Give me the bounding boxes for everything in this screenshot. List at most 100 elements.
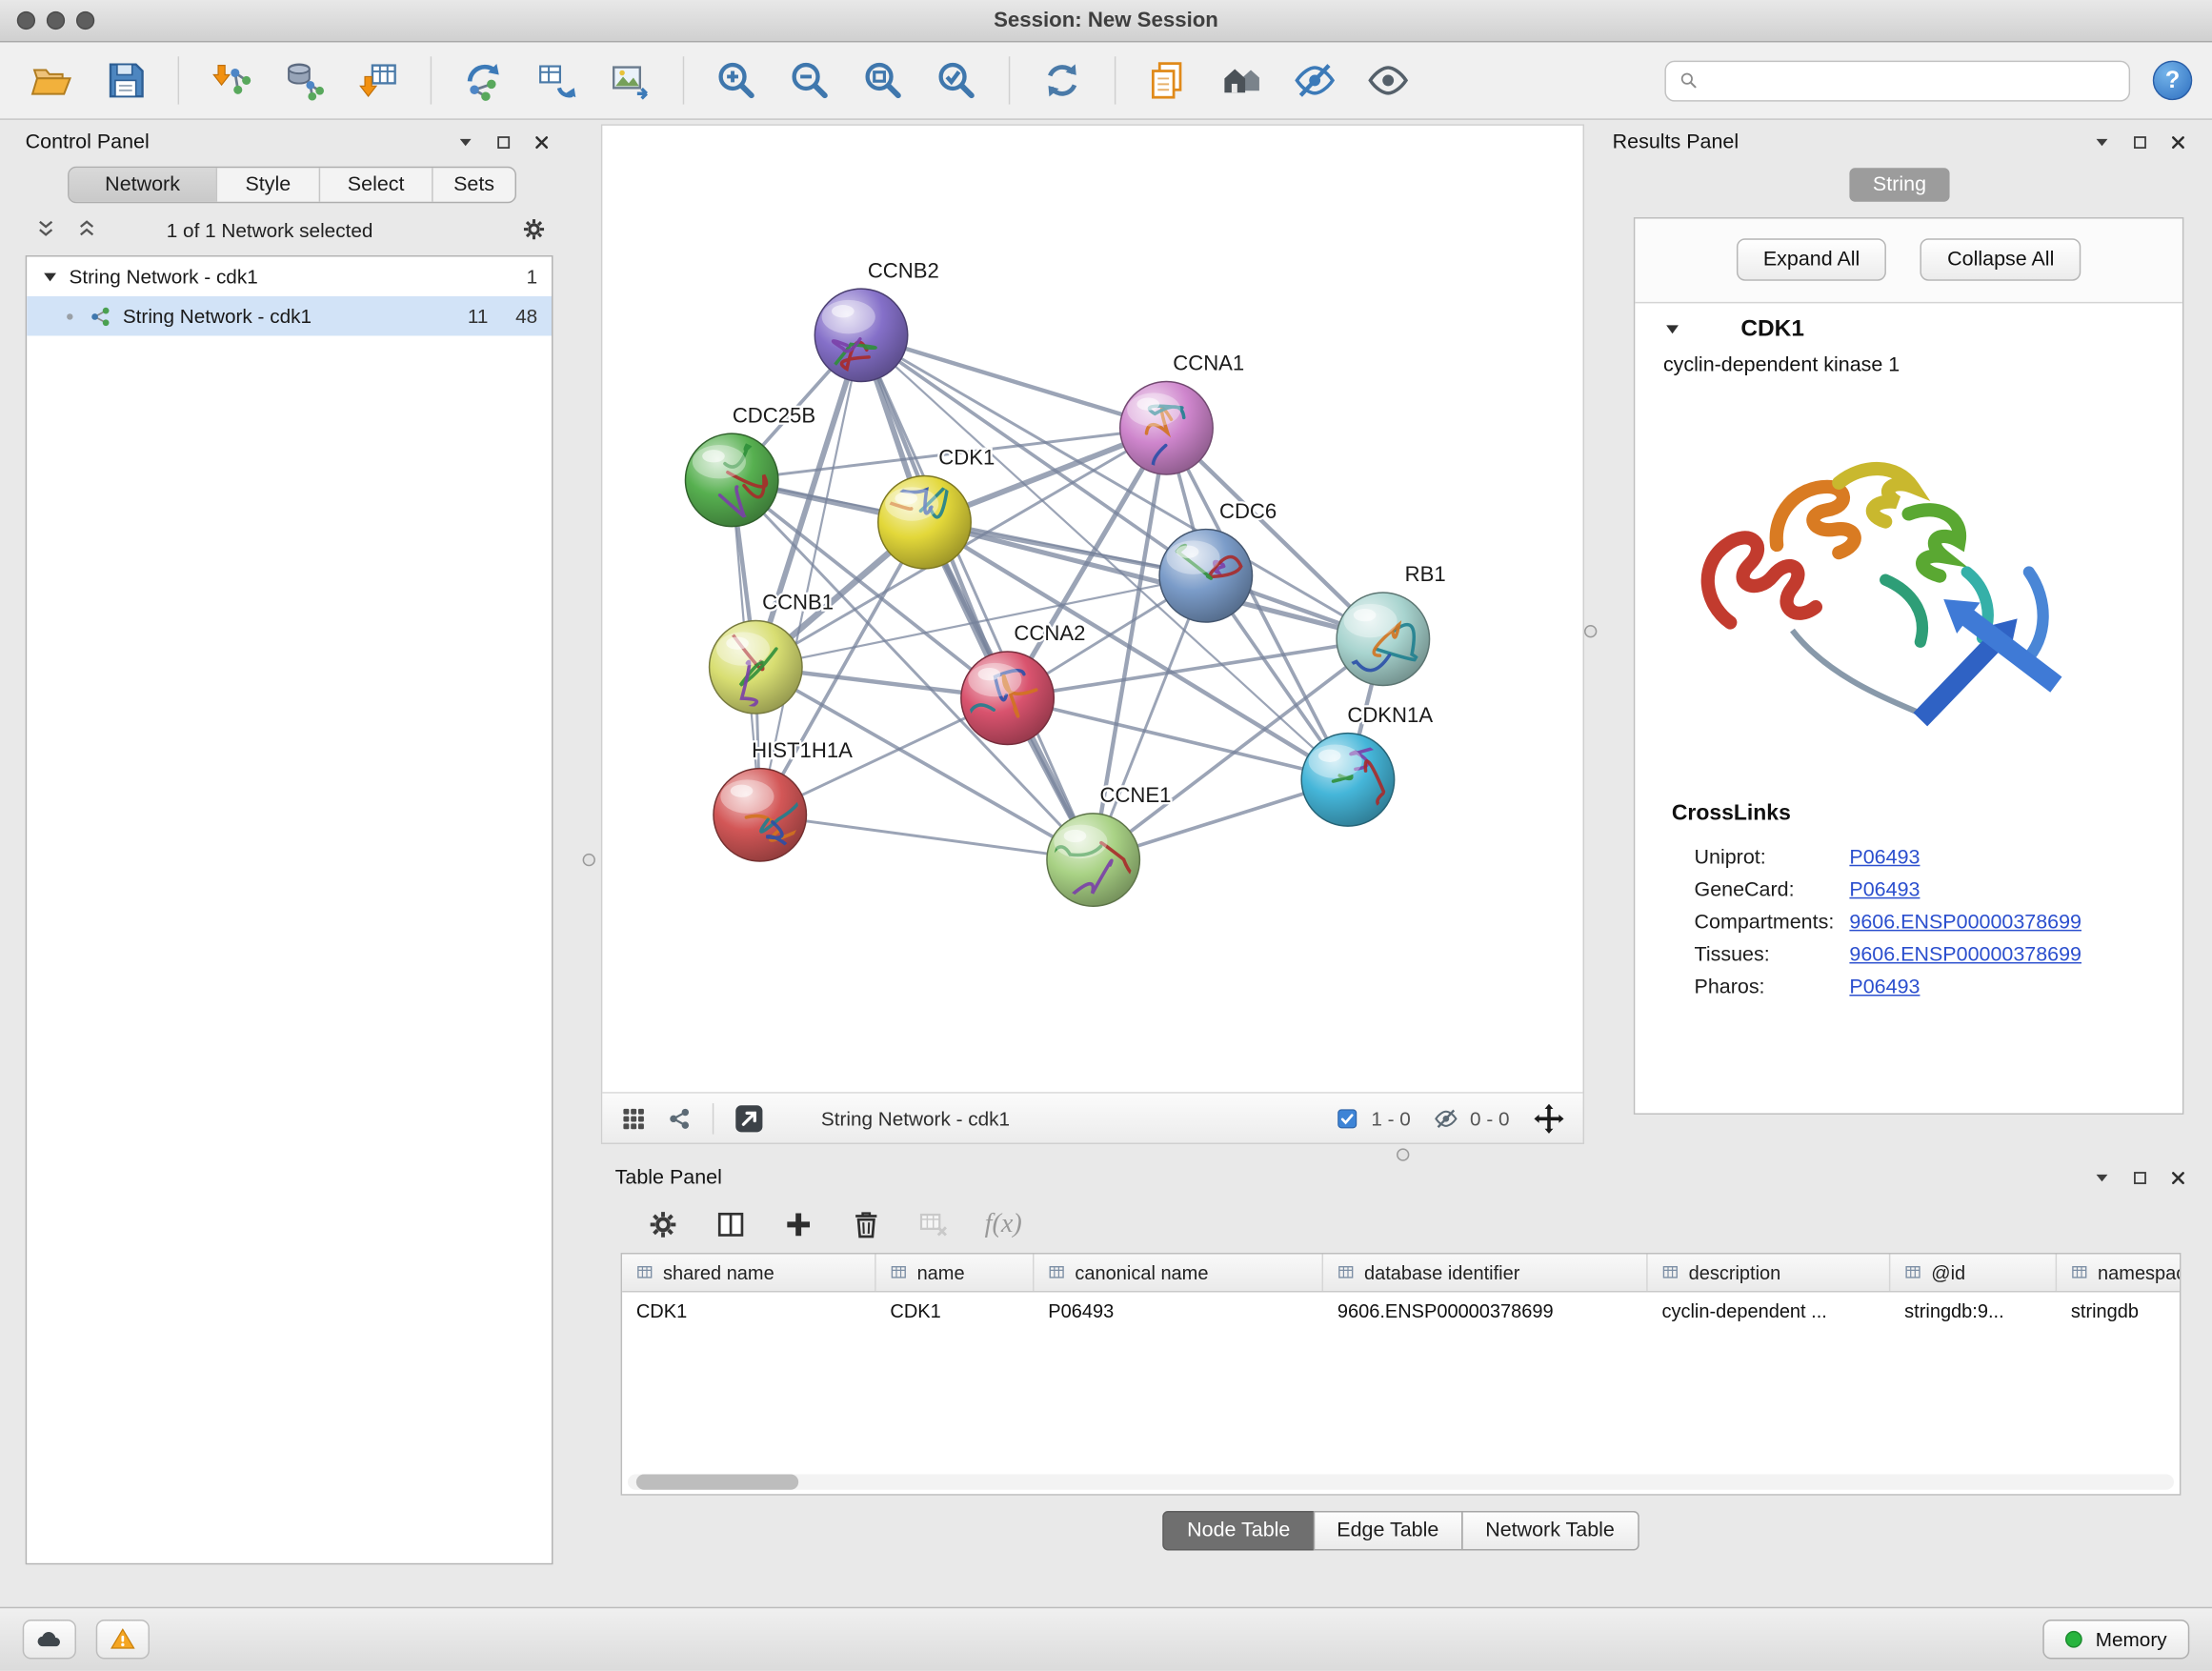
network-node[interactable] <box>857 475 971 568</box>
results-panel-menu-button[interactable] <box>2094 134 2111 151</box>
control-panel-menu-button[interactable] <box>457 134 474 151</box>
search-input[interactable] <box>1707 68 2116 93</box>
table-settings-button[interactable] <box>646 1208 680 1242</box>
expand-all-networks-button[interactable] <box>74 217 98 241</box>
collapse-all-button[interactable]: Collapse All <box>1920 238 2081 280</box>
network-node[interactable] <box>1040 814 1146 906</box>
column-header[interactable]: namespac <box>2057 1254 2181 1291</box>
crosslink-link[interactable]: 9606.ENSP00000378699 <box>1849 943 2081 966</box>
tab-network[interactable]: Network <box>70 168 217 202</box>
network-row[interactable]: String Network - cdk1 11 48 <box>27 296 552 335</box>
column-header[interactable]: database identifier <box>1323 1254 1648 1291</box>
zoom-window-button[interactable] <box>76 11 94 30</box>
zoom-in-button[interactable] <box>704 50 769 110</box>
application-window: Session: New Session ? Control Panel Net… <box>0 0 2212 1670</box>
network-edge[interactable] <box>861 335 1094 860</box>
help-button[interactable]: ? <box>2153 61 2192 100</box>
save-session-button[interactable] <box>93 50 158 110</box>
delete-columns-button[interactable] <box>849 1208 883 1242</box>
scrollbar-thumb[interactable] <box>636 1475 798 1490</box>
results-panel-close-button[interactable] <box>2170 134 2187 151</box>
network-node[interactable] <box>1301 734 1408 826</box>
node-table: shared namenamecanonical namedatabase id… <box>621 1253 2182 1496</box>
new-network-from-selection-button[interactable] <box>525 50 590 110</box>
cloud-button[interactable] <box>23 1620 76 1659</box>
hidden-eye-slash-icon[interactable] <box>1434 1105 1459 1131</box>
warnings-button[interactable] <box>96 1620 150 1659</box>
tab-sets[interactable]: Sets <box>433 168 515 202</box>
gene-section-collapse-button[interactable] <box>1663 320 1681 338</box>
crosslink-link[interactable]: P06493 <box>1849 878 1920 901</box>
control-panel-float-button[interactable] <box>495 134 513 151</box>
network-edge[interactable] <box>1008 698 1348 780</box>
network-node[interactable] <box>710 613 802 714</box>
export-view-button[interactable] <box>733 1101 767 1136</box>
table-cell: CDK1 <box>622 1300 876 1321</box>
column-header[interactable]: shared name <box>622 1254 876 1291</box>
show-columns-button[interactable] <box>714 1208 748 1242</box>
network-node[interactable] <box>1120 382 1213 482</box>
column-type-icon <box>1336 1262 1356 1282</box>
collapse-all-networks-button[interactable] <box>34 217 58 241</box>
refresh-view-button[interactable] <box>1030 50 1095 110</box>
warning-icon <box>109 1625 137 1654</box>
network-edge[interactable] <box>861 335 1166 428</box>
table-row[interactable]: CDK1CDK1P064939606.ENSP00000378699cyclin… <box>622 1292 2180 1330</box>
grid-view-button[interactable] <box>619 1104 648 1133</box>
results-panel-title: Results Panel <box>1613 131 1739 154</box>
bottom-splitter-handle[interactable] <box>1397 1148 1409 1160</box>
table-panel-menu-button[interactable] <box>2094 1170 2111 1187</box>
crosslink-link[interactable]: 9606.ENSP00000378699 <box>1849 911 2081 934</box>
pan-tool-button[interactable] <box>1532 1101 1566 1136</box>
left-splitter-handle[interactable] <box>583 854 595 866</box>
caret-down-icon <box>457 134 474 151</box>
zoom-fit-content-button[interactable] <box>851 50 915 110</box>
memory-button[interactable]: Memory <box>2043 1620 2189 1659</box>
network-options-button[interactable] <box>520 216 547 243</box>
network-node[interactable] <box>714 769 806 861</box>
crosslink-link[interactable]: P06493 <box>1849 976 1920 998</box>
tab-edge-table[interactable]: Edge Table <box>1313 1511 1462 1550</box>
tab-string[interactable]: String <box>1849 168 1950 202</box>
zoom-out-button[interactable] <box>777 50 842 110</box>
column-header[interactable]: name <box>876 1254 1035 1291</box>
close-window-button[interactable] <box>17 11 35 30</box>
expand-all-button[interactable]: Expand All <box>1737 238 1887 280</box>
tab-network-table[interactable]: Network Table <box>1461 1511 1639 1550</box>
column-header[interactable]: canonical name <box>1034 1254 1323 1291</box>
table-panel-float-button[interactable] <box>2132 1170 2149 1187</box>
minimize-window-button[interactable] <box>47 11 65 30</box>
results-panel-float-button[interactable] <box>2132 134 2149 151</box>
zoom-selected-button[interactable] <box>924 50 989 110</box>
network-collection-row[interactable]: String Network - cdk1 1 <box>27 257 552 296</box>
create-column-button[interactable] <box>781 1208 815 1242</box>
tab-select[interactable]: Select <box>320 168 432 202</box>
column-header[interactable]: description <box>1648 1254 1891 1291</box>
toolbar-separator <box>431 56 432 104</box>
birdseye-view-button[interactable] <box>666 1104 694 1133</box>
control-panel-close-button[interactable] <box>533 134 551 151</box>
table-panel-close-button[interactable] <box>2170 1170 2187 1187</box>
selected-checkbox-icon[interactable] <box>1335 1105 1360 1131</box>
network-node[interactable] <box>814 289 907 381</box>
right-splitter-handle[interactable] <box>1584 625 1597 637</box>
new-network-button[interactable] <box>452 50 516 110</box>
tab-node-table[interactable]: Node Table <box>1163 1511 1315 1550</box>
import-network-from-file-button[interactable] <box>199 50 264 110</box>
hide-selected-button[interactable] <box>1282 50 1347 110</box>
import-table-from-file-button[interactable] <box>346 50 411 110</box>
import-network-from-database-button[interactable] <box>272 50 337 110</box>
show-all-button[interactable] <box>1356 50 1420 110</box>
home-button[interactable] <box>1209 50 1274 110</box>
open-session-button[interactable] <box>20 50 85 110</box>
column-header[interactable]: @id <box>1890 1254 2057 1291</box>
network-node[interactable] <box>1159 530 1252 622</box>
column-header-label: @id <box>1931 1262 1965 1283</box>
export-image-button[interactable] <box>598 50 663 110</box>
crosslink-link[interactable]: P06493 <box>1849 846 1920 869</box>
network-edge[interactable] <box>760 815 1094 859</box>
network-canvas[interactable]: CCNB2CCNA1CDC25BCDK1CDC6RB1CCNB1CCNA2CDK… <box>602 126 1582 1092</box>
copy-document-button[interactable] <box>1136 50 1200 110</box>
function-builder-button[interactable]: f(x) <box>985 1209 1022 1240</box>
tab-style[interactable]: Style <box>217 168 320 202</box>
